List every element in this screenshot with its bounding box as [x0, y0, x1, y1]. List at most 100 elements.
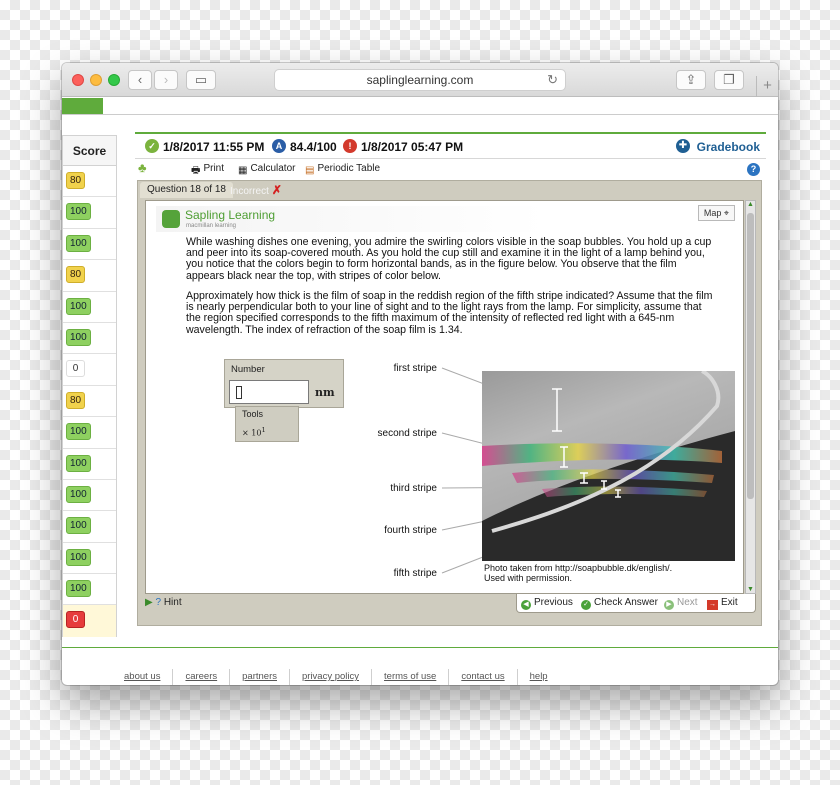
previous-button[interactable]: ◀ Previous — [521, 597, 573, 610]
score-row[interactable]: 100 — [63, 292, 116, 323]
score-badge: 100 — [66, 234, 91, 252]
score-row[interactable]: 100 — [63, 229, 116, 261]
score-badge: 100 — [66, 517, 91, 535]
site-footer: about us careers partners privacy policy ter… — [112, 669, 560, 685]
calculator-button[interactable]: ▦ Calculator — [238, 163, 295, 176]
calendar-icon: ✓ — [145, 139, 159, 153]
gradebook-icon[interactable]: ✚ — [676, 139, 690, 153]
score-badge: 100 — [66, 423, 91, 441]
help-icon[interactable]: ? — [747, 163, 760, 176]
footer-link[interactable]: careers — [172, 669, 229, 685]
browser-window: ‹ › ▭ saplinglearning.com ↻ ⇪ ❐ + Score … — [62, 63, 778, 685]
score-row[interactable]: 100 — [63, 511, 116, 543]
caption-line-2: Used with permission. — [484, 573, 573, 583]
question-footer: ▶ ? Hint ◀ Previous ✓ Check Answer ▶ Next →… — [145, 594, 756, 613]
exit-icon: → — [707, 600, 718, 610]
opened-date: 1/8/2017 11:55 PM — [163, 140, 265, 154]
score-row[interactable]: 0 — [63, 354, 116, 386]
footer-link[interactable]: about us — [112, 669, 172, 685]
forward-icon[interactable]: › — [154, 70, 178, 90]
soap-film-illustration — [482, 371, 735, 561]
tabs-overview-icon[interactable]: ❐ — [714, 70, 744, 90]
footer-link[interactable]: contact us — [448, 669, 516, 685]
reload-icon[interactable]: ↻ — [547, 70, 558, 90]
footer-link[interactable]: privacy policy — [289, 669, 371, 685]
minimize-window-button[interactable] — [90, 74, 102, 86]
page-load-progress — [62, 98, 103, 114]
score-badge: 100 — [66, 548, 91, 566]
scroll-thumb[interactable] — [747, 213, 754, 499]
footer-link[interactable]: terms of use — [371, 669, 448, 685]
next-icon: ▶ — [664, 600, 674, 610]
question-scrollbar[interactable]: ▲ ▼ — [745, 200, 756, 594]
sapling-leaf-icon: ♣ — [138, 160, 147, 175]
photo-caption: Photo taken from http://soapbubble.dk/en… — [484, 563, 739, 583]
score-row[interactable]: 100 — [63, 543, 116, 575]
question-content: Sapling Learning macmillan learning Map … — [145, 200, 744, 594]
question-tab[interactable]: Question 18 of 18 — [140, 182, 233, 198]
score-list: 80 100 100 80 100 100 0 80 100 100 100 100 100 100 0 — [63, 166, 116, 638]
url-text: saplinglearning.com — [366, 73, 474, 87]
new-tab-icon[interactable]: + — [756, 76, 778, 97]
back-icon[interactable]: ‹ — [128, 70, 152, 90]
score-row[interactable]: 100 — [63, 574, 116, 606]
browser-titlebar: ‹ › ▭ saplinglearning.com ↻ ⇪ ❐ + — [62, 63, 778, 97]
hint-button[interactable]: ▶ ? Hint — [145, 597, 182, 608]
periodic-table-label: Periodic Table — [317, 163, 381, 174]
periodic-table-icon: ▤ — [305, 165, 315, 176]
score-badge: 80 — [66, 266, 86, 284]
scroll-down-icon[interactable]: ▼ — [746, 586, 755, 593]
assignment-info-bar: ✓ 1/8/2017 11:55 PM A 84.4/100 ! 1/8/201… — [135, 135, 766, 159]
score-row[interactable]: 100 — [63, 449, 116, 480]
footer-link[interactable]: help — [516, 669, 560, 685]
check-label: Check Answer — [594, 597, 658, 608]
caption-line-1: Photo taken from http://soapbubble.dk/en… — [484, 563, 673, 573]
hint-label: Hint — [163, 597, 182, 608]
next-button[interactable]: ▶ Next — [664, 597, 698, 610]
close-window-button[interactable] — [72, 74, 84, 86]
question-panel: Question 18 of 18 Incorrect ✗ Sapling Lea… — [137, 180, 762, 626]
score-row[interactable]: 80 — [63, 386, 116, 418]
score-badge: 0 — [66, 611, 85, 629]
score-row[interactable]: 80 — [63, 166, 116, 198]
divider — [62, 647, 778, 648]
address-bar[interactable]: saplinglearning.com ↻ — [274, 69, 566, 91]
score-badge: 100 — [66, 297, 91, 315]
footer-link[interactable]: partners — [229, 669, 289, 685]
due-date: 1/8/2017 05:47 PM — [361, 140, 464, 154]
score-badge: 100 — [66, 485, 91, 503]
print-button[interactable]: 🖶 Print — [191, 163, 224, 180]
score-icon: A — [272, 139, 286, 153]
score-row[interactable]: 100 — [63, 323, 116, 355]
gradebook-link[interactable]: Gradebook — [697, 140, 760, 154]
soap-film-photo — [482, 371, 735, 561]
divider — [135, 132, 766, 134]
assignment-area: ✓ 1/8/2017 11:55 PM A 84.4/100 ! 1/8/201… — [135, 132, 766, 632]
hint-icon: ? — [155, 597, 162, 608]
exit-button[interactable]: → Exit — [707, 597, 738, 610]
calculator-icon: ▦ — [238, 165, 248, 176]
scroll-up-icon[interactable]: ▲ — [746, 201, 755, 208]
score-row[interactable]: 100 — [63, 417, 116, 449]
exit-label: Exit — [721, 597, 738, 608]
score-row[interactable]: 0 — [63, 605, 116, 638]
score-badge: 80 — [66, 391, 86, 409]
question-toolbar: ♣ 🖶 Print ▦ Calculator ▤ Periodic Table ? — [135, 160, 766, 180]
periodic-table-button[interactable]: ▤ Periodic Table — [305, 163, 380, 176]
score-badge: 100 — [66, 328, 91, 346]
incorrect-x-icon: ✗ — [271, 183, 282, 197]
share-icon[interactable]: ⇪ — [676, 70, 706, 90]
score-header: Score — [63, 136, 116, 166]
sidebar-icon[interactable]: ▭ — [186, 70, 216, 90]
calculator-label: Calculator — [250, 163, 296, 174]
question-navigation: ◀ Previous ✓ Check Answer ▶ Next → Exit — [516, 594, 756, 613]
status-text: Incorrect — [230, 186, 269, 197]
score-badge: 100 — [66, 454, 91, 472]
divider — [62, 114, 778, 115]
score-row[interactable]: 100 — [63, 480, 116, 512]
check-answer-button[interactable]: ✓ Check Answer — [581, 597, 658, 610]
score-row[interactable]: 100 — [63, 197, 116, 229]
zoom-window-button[interactable] — [108, 74, 120, 86]
score-badge: 0 — [66, 360, 85, 378]
score-row[interactable]: 80 — [63, 260, 116, 292]
